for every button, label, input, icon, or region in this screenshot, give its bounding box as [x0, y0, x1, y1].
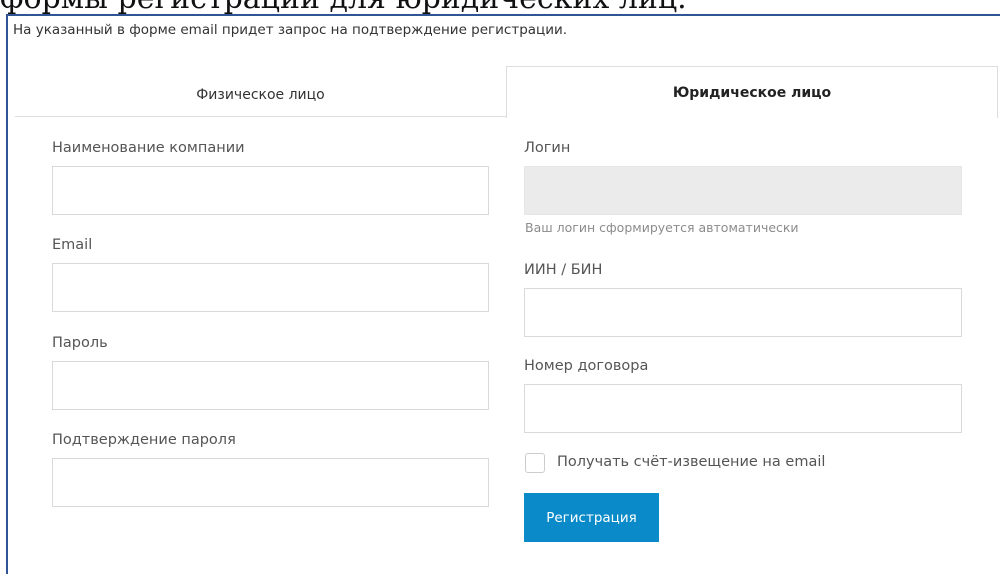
contract-number-label: Номер договора	[524, 358, 649, 374]
login-input	[524, 166, 962, 215]
password-input[interactable]	[52, 361, 489, 410]
notice-text: На указанный в форме email придет запрос…	[13, 22, 568, 38]
contract-number-input[interactable]	[524, 384, 962, 433]
iin-bin-label: ИИН / БИН	[524, 262, 603, 278]
iin-bin-input[interactable]	[524, 288, 962, 337]
invoice-checkbox[interactable]	[525, 453, 545, 473]
password-label: Пароль	[52, 335, 108, 351]
password-confirm-input[interactable]	[52, 458, 489, 507]
tab-physical-person[interactable]: Физическое лицо	[15, 74, 506, 116]
tabs-divider	[15, 116, 506, 117]
company-name-input[interactable]	[52, 166, 489, 215]
register-button[interactable]: Регистрация	[524, 493, 659, 542]
email-label: Email	[52, 237, 93, 253]
login-hint: Ваш логин сформируется автоматически	[525, 220, 799, 235]
login-label: Логин	[524, 140, 571, 156]
tab-legal-entity[interactable]: Юридическое лицо	[506, 66, 998, 118]
invoice-checkbox-label[interactable]: Получать счёт-извещение на email	[557, 454, 825, 470]
company-name-label: Наименование компании	[52, 140, 245, 156]
password-confirm-label: Подтверждение пароля	[52, 432, 236, 448]
email-input[interactable]	[52, 263, 489, 312]
